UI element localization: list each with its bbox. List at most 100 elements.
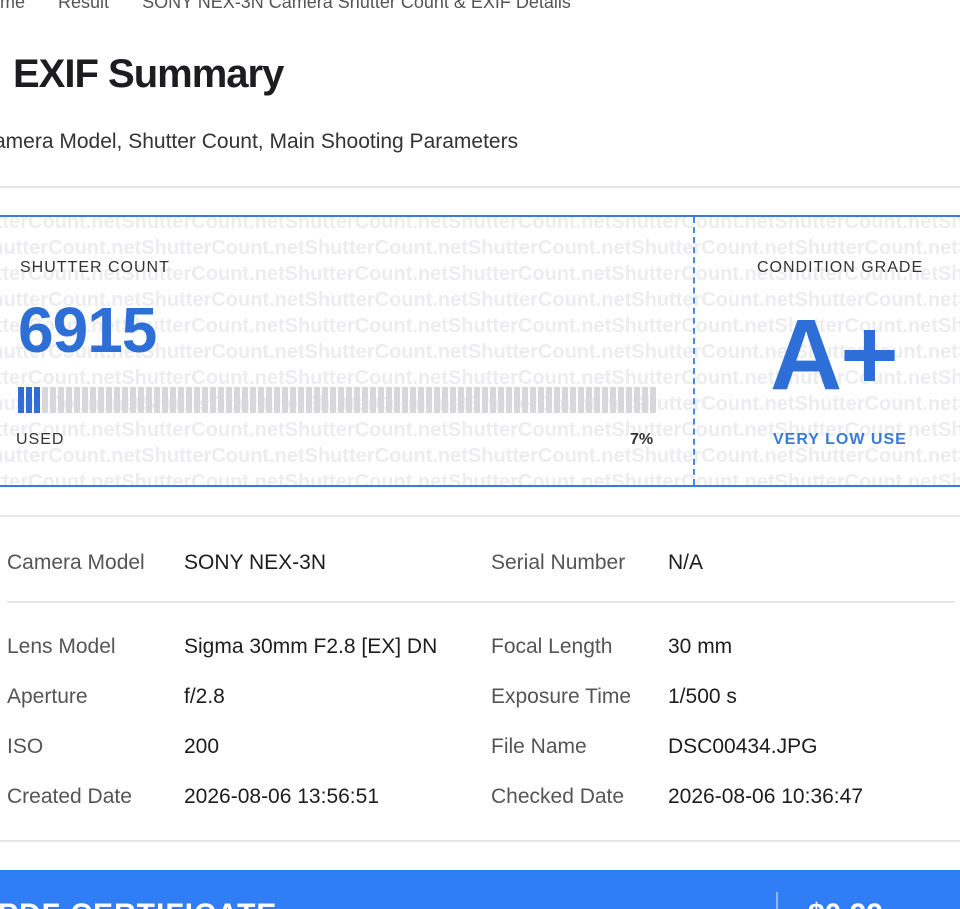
usage-bar-segment bbox=[602, 387, 608, 413]
usage-bar-segment bbox=[418, 387, 424, 413]
usage-bar-segment bbox=[354, 387, 360, 413]
usage-bar-segment bbox=[170, 387, 176, 413]
exif-label: Checked Date bbox=[491, 785, 625, 808]
usage-bar-segment bbox=[474, 387, 480, 413]
usage-bar-segment bbox=[538, 387, 544, 413]
row-divider bbox=[7, 601, 955, 603]
usage-bar-segment bbox=[162, 387, 168, 413]
page-subtitle: amera Model, Shutter Count, Main Shootin… bbox=[0, 130, 519, 153]
pdf-certificate-button[interactable]: PDF CERTIFICATE $0.99 bbox=[0, 870, 960, 909]
usage-bar-segment bbox=[250, 387, 256, 413]
breadcrumb: me Result SONY NEX-3N Camera Shutter Cou… bbox=[0, 0, 599, 13]
exif-row: Camera Model SONY NEX-3N Serial Number N… bbox=[0, 543, 960, 583]
usage-bar-segment bbox=[330, 387, 336, 413]
usage-bar-segment bbox=[42, 387, 48, 413]
watermark-line: ShutterCount.netShutterCount.netShutterC… bbox=[0, 217, 960, 233]
usage-bar-segment bbox=[650, 387, 656, 413]
exif-value: 2026-08-06 10:36:47 bbox=[668, 785, 863, 808]
usage-bar-segment bbox=[314, 387, 320, 413]
usage-bar-segment bbox=[498, 387, 504, 413]
usage-bar-segment bbox=[106, 387, 112, 413]
card-divider bbox=[693, 217, 695, 485]
exif-value: f/2.8 bbox=[184, 685, 225, 708]
usage-bar-segment bbox=[370, 387, 376, 413]
usage-bar-segment bbox=[642, 387, 648, 413]
exif-row: ISO 200 File Name DSC00434.JPG bbox=[0, 727, 960, 767]
usage-bar-segment bbox=[346, 387, 352, 413]
exif-label: Focal Length bbox=[491, 635, 613, 658]
usage-bar-segment bbox=[114, 387, 120, 413]
exif-value: 1/500 s bbox=[668, 685, 737, 708]
used-percent: 7% bbox=[630, 431, 654, 448]
usage-bar-segment bbox=[394, 387, 400, 413]
usage-bar-segment bbox=[130, 387, 136, 413]
exif-row: Lens Model Sigma 30mm F2.8 [EX] DN Focal… bbox=[0, 627, 960, 667]
exif-label: File Name bbox=[491, 735, 587, 758]
usage-bar-segment bbox=[18, 387, 24, 413]
usage-bar-segment bbox=[290, 387, 296, 413]
usage-bar-segment bbox=[266, 387, 272, 413]
condition-description: VERY LOW USE bbox=[773, 431, 907, 448]
exif-label: Created Date bbox=[7, 785, 132, 808]
exif-label: Serial Number bbox=[491, 551, 626, 574]
usage-bar-segment bbox=[186, 387, 192, 413]
usage-bar-segment bbox=[282, 387, 288, 413]
usage-bar-segment bbox=[562, 387, 568, 413]
exif-label: Exposure Time bbox=[491, 685, 632, 708]
pdf-certificate-label: PDF CERTIFICATE bbox=[0, 898, 277, 909]
exif-value: 2026-08-06 13:56:51 bbox=[184, 785, 379, 808]
section-divider bbox=[0, 186, 960, 188]
usage-bar-segment bbox=[146, 387, 152, 413]
breadcrumb-result[interactable]: Result bbox=[58, 0, 109, 12]
usage-bar-segment bbox=[442, 387, 448, 413]
section-divider bbox=[0, 515, 960, 517]
usage-bar-segment bbox=[34, 387, 40, 413]
usage-bar-segment bbox=[530, 387, 536, 413]
usage-bar-segment bbox=[218, 387, 224, 413]
usage-bar-segment bbox=[210, 387, 216, 413]
usage-bar-segment bbox=[610, 387, 616, 413]
usage-bar-segment bbox=[578, 387, 584, 413]
exif-label: ISO bbox=[7, 735, 44, 758]
usage-bar-segment bbox=[618, 387, 624, 413]
usage-bar-segment bbox=[274, 387, 280, 413]
usage-bar-segment bbox=[482, 387, 488, 413]
usage-bar-segment bbox=[338, 387, 344, 413]
condition-grade-value: A+ bbox=[770, 299, 899, 411]
usage-bar-segment bbox=[458, 387, 464, 413]
usage-bar-segment bbox=[362, 387, 368, 413]
exif-value: 30 mm bbox=[668, 635, 733, 658]
usage-bar-segment bbox=[594, 387, 600, 413]
usage-bar-segment bbox=[546, 387, 552, 413]
usage-bar-segment bbox=[154, 387, 160, 413]
usage-bar-segment bbox=[586, 387, 592, 413]
condition-grade-label: CONDITION GRADE bbox=[757, 259, 924, 276]
exif-label: Lens Model bbox=[7, 635, 116, 658]
usage-bar-segment bbox=[26, 387, 32, 413]
usage-bar-segment bbox=[178, 387, 184, 413]
usage-bar-segment bbox=[50, 387, 56, 413]
usage-bar-segment bbox=[58, 387, 64, 413]
usage-bar bbox=[18, 387, 656, 413]
pdf-certificate-price: $0.99 bbox=[808, 898, 883, 909]
usage-bar-segment bbox=[386, 387, 392, 413]
usage-bar-segment bbox=[226, 387, 232, 413]
page-title: EXIF Summary bbox=[13, 52, 284, 96]
usage-bar-segment bbox=[490, 387, 496, 413]
usage-bar-segment bbox=[82, 387, 88, 413]
breadcrumb-home[interactable]: me bbox=[0, 0, 25, 12]
usage-bar-segment bbox=[570, 387, 576, 413]
watermark-line: ShutterCount.netShutterCount.netShutterC… bbox=[0, 471, 960, 485]
exif-row: Aperture f/2.8 Exposure Time 1/500 s bbox=[0, 677, 960, 717]
shutter-count-label: SHUTTER COUNT bbox=[20, 259, 170, 276]
shutter-count-card: ShutterCount.netShutterCount.netShutterC… bbox=[0, 215, 960, 487]
shutter-count-value: 6915 bbox=[18, 294, 157, 366]
cta-separator bbox=[776, 892, 778, 909]
usage-bar-segment bbox=[122, 387, 128, 413]
usage-bar-segment bbox=[322, 387, 328, 413]
usage-bar-segment bbox=[554, 387, 560, 413]
section-divider bbox=[0, 840, 960, 842]
watermark-line: ShutterCount.netShutterCount.netShutterC… bbox=[0, 237, 960, 259]
usage-bar-segment bbox=[410, 387, 416, 413]
usage-bar-segment bbox=[234, 387, 240, 413]
